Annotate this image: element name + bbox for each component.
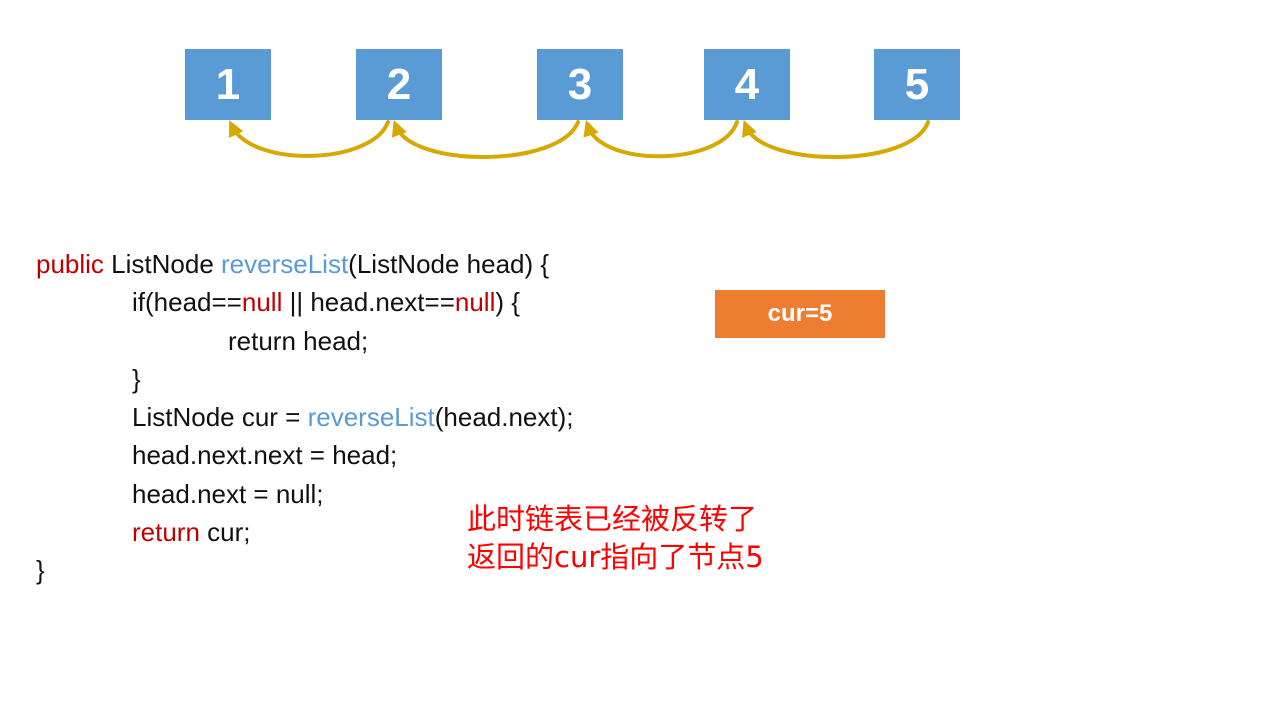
code-line-3: return head; [228,325,369,356]
code-line-4: } [132,363,141,394]
code-token: reverseList [307,402,435,433]
code-token: ListNode [103,249,222,279]
code-token: reverseList [221,249,349,279]
code-token: public [36,249,104,279]
code-line-6: head.next.next = head; [132,440,398,471]
cur-badge: cur=5 [715,290,885,338]
arrow-5-to-4 [741,120,930,159]
code-token: if(head== [132,287,242,318]
code-token: (head.next); [434,402,574,433]
code-line-2: if(head==null || head.next==null) { [36,283,574,321]
reverse-arrows [228,119,930,159]
code-token: null [454,287,496,318]
code-token: ) { [495,287,520,318]
code-token: return [132,517,200,548]
arrow-2-to-1 [228,120,390,158]
note-line-2: 返回的cur指向了节点5 [467,540,764,574]
code-token: ListNode cur = [132,402,308,433]
code-line-1: public ListNode reverseList(ListNode hea… [36,245,574,283]
code-line-5: ListNode cur = reverseList(head.next); [36,398,574,436]
code-token: || head.next== [282,287,455,318]
code-token: (ListNode head) { [348,249,550,279]
arrow-3-to-2 [391,120,580,159]
code-token: cur; [199,517,251,548]
arrow-4-to-3 [583,119,739,159]
code-token: null [241,287,283,318]
explanation-note: 此时链表已经被反转了 返回的cur指向了节点5 [467,500,764,576]
note-line-1: 此时链表已经被反转了 [467,502,758,536]
